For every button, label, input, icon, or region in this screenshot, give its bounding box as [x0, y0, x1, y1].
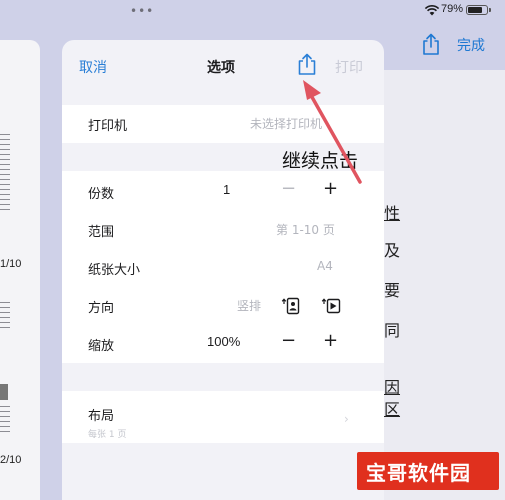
text-lines — [0, 402, 10, 436]
copies-label: 份数 — [88, 187, 115, 202]
cancel-button[interactable]: 取消 — [79, 57, 107, 77]
scale-decrement-button[interactable]: − — [281, 330, 296, 352]
thumbnail-image — [0, 384, 8, 400]
document-preview-right[interactable] — [384, 70, 505, 500]
paper-size-label: 纸张大小 — [88, 263, 141, 278]
chevron-right-icon: › — [344, 412, 349, 426]
status-bar: ••• 79% — [0, 0, 505, 22]
battery-tip — [489, 8, 491, 12]
text-lines — [0, 130, 10, 214]
panel-title: 选项 — [207, 60, 235, 76]
wifi-icon — [424, 5, 440, 16]
watermark-logo: 宝哥软件园 — [357, 452, 499, 490]
layout-label: 布局 — [88, 409, 115, 424]
share-icon[interactable] — [422, 33, 440, 55]
copies-value: 1 — [223, 182, 231, 197]
watermark-text: 宝哥软件园 — [366, 461, 471, 485]
scale-label: 缩放 — [88, 339, 115, 354]
scale-value: 100% — [207, 334, 241, 349]
scale-row: 缩放 100% − + — [62, 325, 384, 363]
print-button[interactable]: 打印 — [335, 57, 363, 77]
portrait-orientation-icon[interactable] — [281, 296, 301, 316]
battery-icon — [466, 5, 488, 15]
doc-text-char: 性 — [384, 204, 401, 223]
paper-size-value: A4 — [317, 259, 333, 273]
range-label: 范围 — [88, 225, 115, 240]
annotation-arrow-icon — [303, 80, 362, 184]
doc-text-char: 要 — [384, 281, 401, 300]
share-icon[interactable] — [297, 53, 317, 75]
battery-percent: 79% — [441, 3, 464, 15]
landscape-orientation-icon[interactable] — [321, 296, 341, 316]
doc-text-char: 因 — [384, 378, 401, 397]
printer-label: 打印机 — [88, 119, 128, 134]
layout-sublabel: 每张 1 页 — [88, 430, 127, 440]
orientation-value: 竖排 — [237, 299, 262, 313]
page-thumb-label: 1/10 — [0, 258, 22, 270]
doc-text-char: 及 — [384, 241, 401, 260]
range-value: 第 1-10 页 — [276, 223, 335, 237]
orientation-label: 方向 — [88, 301, 115, 316]
text-lines — [0, 298, 10, 332]
copies-decrement-button[interactable]: − — [281, 178, 296, 200]
range-row[interactable]: 范围 第 1-10 页 — [62, 211, 384, 249]
paper-size-row[interactable]: 纸张大小 A4 — [62, 249, 384, 287]
doc-text-char: 区 — [384, 400, 401, 419]
multitasking-dots[interactable]: ••• — [130, 4, 154, 18]
scale-increment-button[interactable]: + — [323, 330, 338, 352]
battery-level — [468, 7, 483, 13]
done-button[interactable]: 完成 — [457, 35, 485, 55]
page-thumb-label: 2/10 — [0, 454, 22, 466]
doc-text-char: 同 — [384, 321, 401, 340]
document-preview-left[interactable]: 1/10 2/10 — [0, 40, 40, 500]
orientation-row: 方向 竖排 — [62, 287, 384, 325]
settings-card: 份数 1 − + 范围 第 1-10 页 纸张大小 A4 方向 竖排 缩放 10… — [62, 171, 384, 363]
